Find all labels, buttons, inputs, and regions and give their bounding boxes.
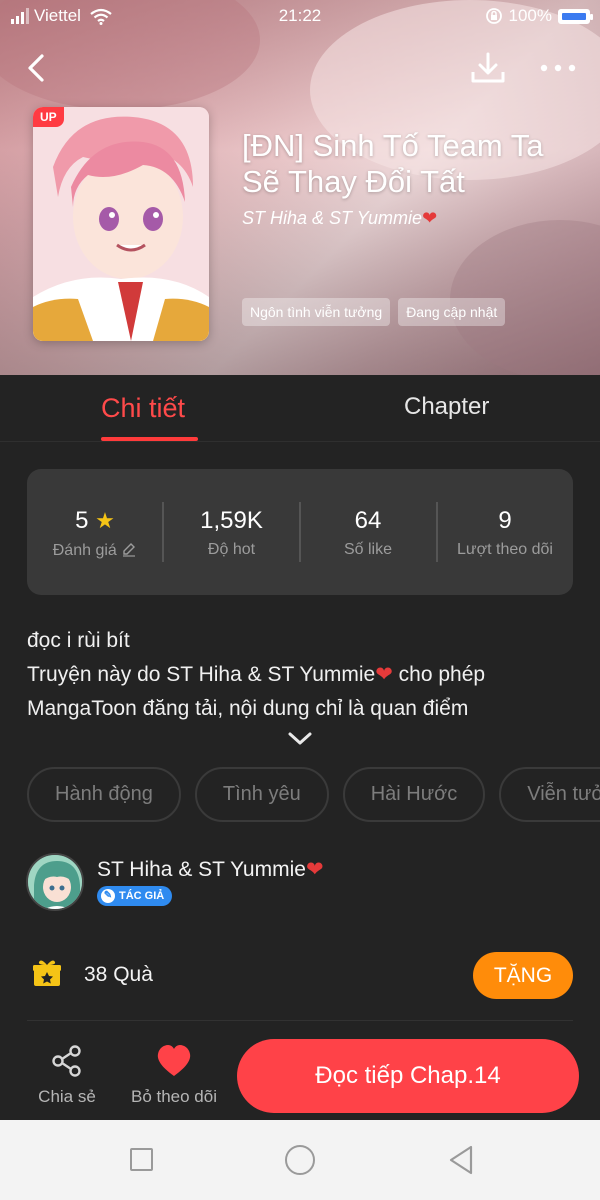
book-detail-screen: Viettel 21:22 100% UP [ĐN] Sinh Tố Team … [0,0,600,1200]
genre-chips: Hành động Tình yêu Hài Hước Viễn tưởng [27,767,600,822]
tab-detail[interactable]: Chi tiết [101,393,185,424]
stat-hot: 1,59K Độ hot [163,469,300,595]
tab-chapter[interactable]: Chapter [404,393,489,421]
rating-label: Đánh giá [52,542,117,559]
book-cover[interactable]: UP [33,107,209,341]
book-tag-genre[interactable]: Ngôn tình viễn tưởng [242,298,391,326]
chevron-down-icon[interactable] [287,731,313,747]
likes-value: 64 [354,507,382,534]
author-name-text: ST Hiha & ST Yummie [97,858,306,881]
rating-value: 5 [75,507,89,534]
bottom-action-bar: Chia sẻ Bỏ theo dõi Đọc tiếp Chap.14 [0,1030,600,1120]
heart-icon [157,1045,191,1076]
book-tags: Ngôn tình viễn tưởng Đang cập nhật [242,298,506,326]
description-line: đọc i rùi bít [27,629,130,652]
share-icon [52,1045,81,1077]
author-badge-label: TÁC GIẢ [119,890,165,902]
cover-illustration [33,107,209,341]
tab-bar: Chi tiết Chapter [0,375,600,442]
home-icon[interactable] [285,1145,315,1175]
battery-icon [558,8,593,24]
share-button[interactable]: Chia sẻ [30,1044,104,1107]
stat-likes: 64 Số like [300,469,436,595]
genre-chip[interactable]: Hành động [27,767,181,822]
description-line: cho phép [392,663,486,686]
followers-value: 9 [498,507,512,534]
system-nav-bar [0,1120,600,1200]
author-badge: ✎ TÁC GIẢ [97,886,173,906]
book-description: đọc i rùi bít Truyện này do ST Hiha & ST… [27,624,577,726]
give-gift-button[interactable]: TẶNG [473,952,573,999]
avatar-illustration [28,855,82,909]
update-badge: UP [33,107,64,127]
unfollow-button[interactable]: Bỏ theo dõi [128,1044,220,1107]
genre-chip[interactable]: Viễn tưởng [499,767,600,822]
top-nav [0,44,600,92]
description-line: Truyện này do ST Hiha & ST Yummie [27,663,376,686]
continue-reading-button[interactable]: Đọc tiếp Chap.14 [237,1039,579,1113]
likes-label: Số like [343,541,393,558]
heart-emoji-icon: ❤ [375,663,393,686]
book-tag-status[interactable]: Đang cập nhật [398,298,506,326]
divider [27,1020,573,1021]
genre-chip[interactable]: Tình yêu [194,767,329,822]
recent-apps-icon[interactable] [130,1148,153,1171]
book-title: [ĐN] Sinh Tố Team Ta Sẽ Thay Đổi Tất [242,128,544,199]
author-badge-icon: ✎ [101,889,115,903]
unfollow-label: Bỏ theo dõi [130,1087,217,1106]
description-line: MangaToon đăng tải, nội dung chỉ là quan… [27,697,469,720]
hot-value: 1,59K [200,507,263,534]
edit-pencil-icon [123,543,136,557]
book-author-name: ST Hiha & ST Yummie [242,208,423,228]
genre-chip[interactable]: Hài Hước [342,767,486,822]
avatar[interactable] [26,853,84,911]
system-back-icon[interactable] [447,1144,475,1176]
hot-label: Độ hot [207,541,256,558]
download-icon[interactable] [468,48,508,88]
stat-rating[interactable]: 5 ★ Đánh giá [27,469,163,595]
star-icon: ★ [95,508,115,533]
status-bar: Viettel 21:22 100% [0,0,600,32]
share-label: Chia sẻ [38,1087,96,1106]
stat-followers: 9 Lượt theo dõi [437,469,573,595]
gift-icon [33,960,61,986]
battery-percent: 100% [508,6,552,25]
active-tab-indicator [101,437,198,441]
rotation-lock-icon [485,8,502,24]
heart-emoji-icon: ❤ [305,858,324,881]
heart-emoji-icon: ❤ [422,208,438,228]
more-options-icon[interactable] [538,48,578,88]
book-author: ST Hiha & ST Yummie❤ [242,208,437,229]
followers-label: Lượt theo dõi [457,541,553,558]
gift-count: 38 Quà [84,963,153,987]
gift-count-label: Quà [113,963,153,986]
author-name[interactable]: ST Hiha & ST Yummie❤ [97,857,324,882]
back-icon[interactable] [18,48,58,88]
gift-count-value: 38 [84,963,108,986]
stats-card: 5 ★ Đánh giá 1,59K Độ hot 64 Số like 9 L… [27,469,573,595]
